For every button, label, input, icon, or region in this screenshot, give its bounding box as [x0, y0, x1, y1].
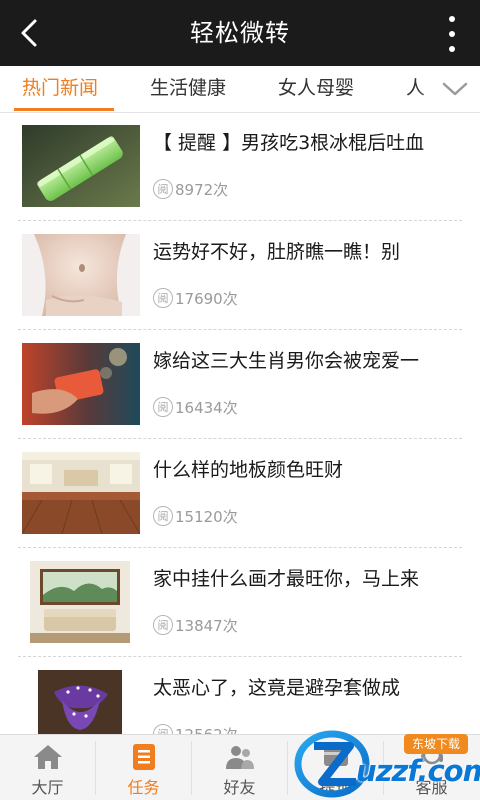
- news-title: 运势好不好，肚脐瞧一瞧！别: [153, 241, 401, 263]
- news-thumbnail: [30, 561, 130, 643]
- tab-hot-news[interactable]: 热门新闻: [22, 66, 98, 112]
- more-dot: [449, 31, 455, 37]
- nav-label: 大厅: [31, 778, 64, 797]
- list-item[interactable]: 什么样的地板颜色旺财 阅 15120次: [0, 439, 480, 548]
- bottom-navigation: 大厅 任务 好友 提现 客服: [0, 734, 480, 800]
- news-title: 嫁给这三大生肖男你会被宠爱一: [153, 350, 420, 372]
- view-count: 阅 16434次: [153, 395, 238, 419]
- read-icon: 阅: [153, 397, 173, 417]
- read-icon: 阅: [153, 506, 173, 526]
- news-title: 什么样的地板颜色旺财: [153, 459, 344, 481]
- app-header: 轻松微转: [0, 0, 480, 66]
- tabs-expand-button[interactable]: [438, 72, 472, 106]
- list-item[interactable]: 嫁给这三大生肖男你会被宠爱一 阅 16434次: [0, 330, 480, 439]
- list-item[interactable]: 【 提醒 】男孩吃3根冰棍后吐血 阅 8972次: [0, 112, 480, 221]
- customer-service-icon: [421, 745, 443, 765]
- active-tab-indicator: [14, 108, 114, 111]
- tab-life-health[interactable]: 生活健康: [150, 66, 226, 112]
- view-count-text: 16434次: [175, 398, 238, 417]
- page-title: 轻松微转: [190, 19, 290, 47]
- nav-item-friends[interactable]: 好友: [192, 735, 287, 800]
- news-title: 【 提醒 】男孩吃3根冰棍后吐血: [153, 132, 425, 154]
- view-count: 阅 17690次: [153, 286, 238, 310]
- news-thumbnail: [22, 452, 140, 534]
- news-thumbnail: [22, 234, 140, 316]
- more-dot: [449, 46, 455, 52]
- view-count: 阅 15120次: [153, 504, 238, 528]
- view-count-text: 15120次: [175, 507, 238, 526]
- news-title: 家中挂什么画才最旺你，马上来: [153, 568, 420, 590]
- news-thumbnail: [22, 125, 140, 207]
- chevron-down-icon: [442, 82, 468, 96]
- app-screen: 轻松微转 热门新闻 生活健康 女人母婴 人 【 提醒 】男孩吃3根冰棍后吐血 阅…: [0, 0, 480, 800]
- more-vertical-icon: [449, 16, 455, 22]
- tab-women-baby[interactable]: 女人母婴: [278, 66, 354, 112]
- withdraw-icon: [324, 748, 348, 766]
- news-thumbnail: [22, 343, 140, 425]
- view-count-text: 13847次: [175, 616, 238, 635]
- view-count: 阅 8972次: [153, 177, 228, 201]
- read-icon: 阅: [153, 615, 173, 635]
- nav-label: 客服: [415, 778, 448, 797]
- nav-item-customer-service[interactable]: 客服: [384, 735, 479, 800]
- nav-item-withdraw[interactable]: 提现: [288, 735, 383, 800]
- view-count-text: 17690次: [175, 289, 238, 308]
- nav-item-hall[interactable]: 大厅: [0, 735, 95, 800]
- friends-icon: [226, 746, 254, 769]
- nav-label: 好友: [223, 778, 256, 797]
- home-icon: [34, 745, 62, 769]
- more-options-button[interactable]: [442, 14, 462, 54]
- news-title: 太恶心了，这竟是避孕套做成: [153, 677, 401, 699]
- read-icon: 阅: [153, 179, 173, 199]
- nav-item-tasks[interactable]: 任务: [96, 735, 191, 800]
- category-tabs: 热门新闻 生活健康 女人母婴 人: [0, 66, 480, 113]
- list-item[interactable]: 运势好不好，肚脐瞧一瞧！别 阅 17690次: [0, 221, 480, 330]
- task-list-icon: [133, 744, 155, 770]
- list-item[interactable]: 家中挂什么画才最旺你，马上来 阅 13847次: [0, 548, 480, 657]
- nav-label: 任务: [127, 778, 160, 797]
- view-count-text: 8972次: [175, 180, 229, 199]
- read-icon: 阅: [153, 288, 173, 308]
- view-count: 阅 13847次: [153, 613, 238, 637]
- nav-label: 提现: [319, 778, 352, 797]
